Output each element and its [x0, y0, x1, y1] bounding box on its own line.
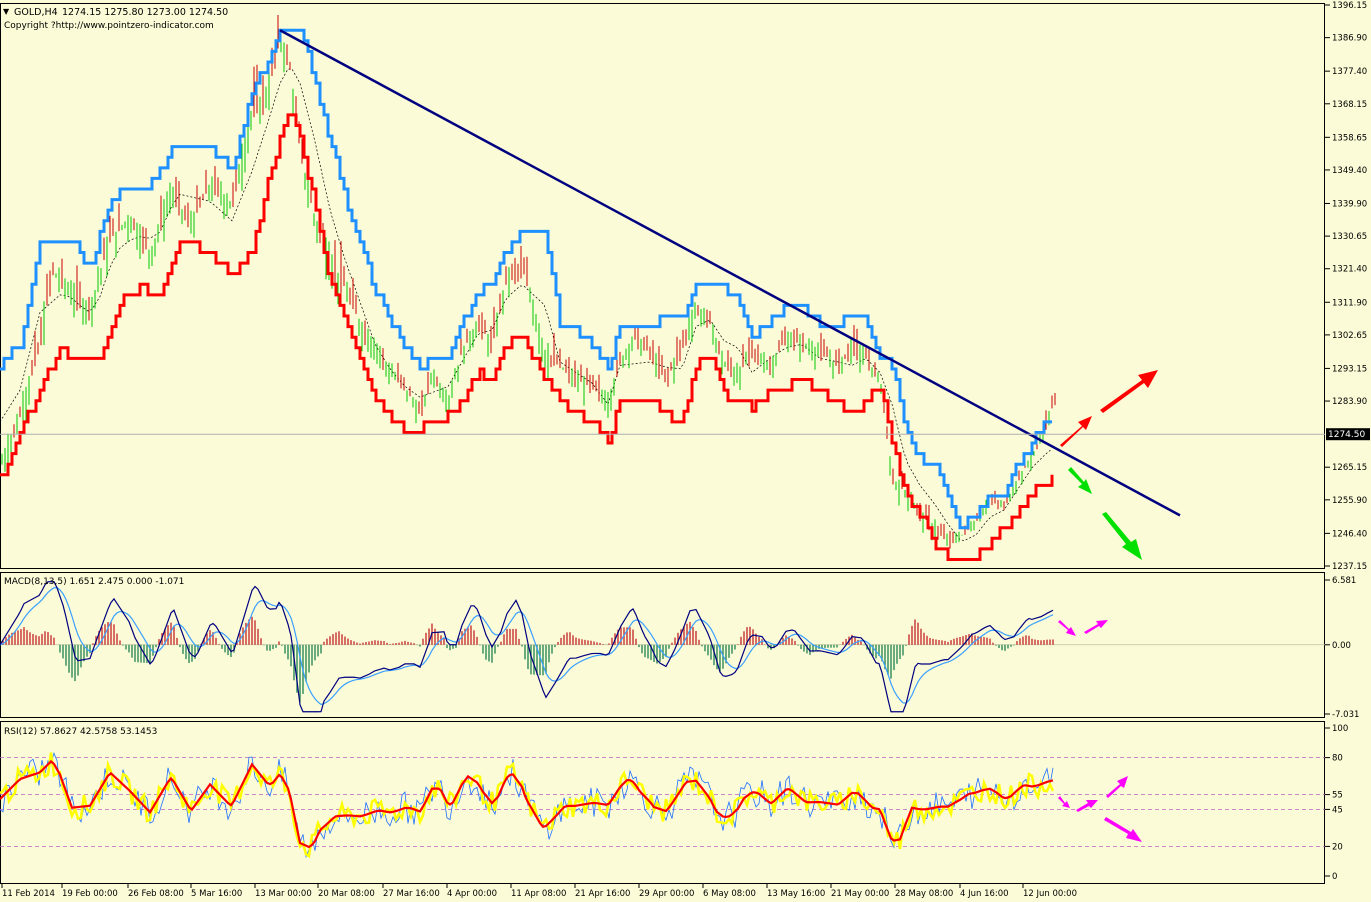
- trading-chart[interactable]: 1396.15 1386.90 1377.40 1368.15 1358.65 1349.…: [0, 0, 1371, 902]
- price-tick-label: 1339.90: [1332, 199, 1367, 209]
- time-tick-label: 13 Mar 00:00: [255, 889, 312, 899]
- time-tick-label: 20 Mar 08:00: [318, 889, 375, 899]
- time-tick-label: 21 May 00:00: [831, 889, 889, 899]
- chart-background: [0, 0, 1371, 902]
- price-tick-label: 1293.15: [1332, 364, 1367, 374]
- rsi-tick-label: 80: [1332, 754, 1343, 764]
- time-tick-label: 6 May 08:00: [703, 889, 756, 899]
- rsi-tick-label: 0: [1332, 872, 1337, 882]
- rsi-tick-label: 55: [1332, 791, 1343, 801]
- time-tick-label: 29 Apr 00:00: [639, 889, 694, 899]
- price-tick-label: 1396.15: [1332, 1, 1367, 11]
- price-tick-label: 1311.90: [1332, 298, 1367, 308]
- time-tick-label: 4 Jun 16:00: [960, 889, 1009, 899]
- rsi-title: RSI(12) 57.8627 42.5758 53.1453: [4, 727, 157, 737]
- ohlc-values: 1274.15 1275.80 1273.00 1274.50: [62, 7, 228, 18]
- price-tick-label: 1283.90: [1332, 397, 1367, 407]
- time-tick-label: 11 Apr 08:00: [511, 889, 566, 899]
- current-price-label: 1274.50: [1326, 428, 1370, 441]
- time-tick-label: 28 May 08:00: [895, 889, 953, 899]
- rsi-tick-label: 100: [1332, 724, 1348, 734]
- price-tick-label: 1330.65: [1332, 232, 1367, 242]
- price-tick-label: 1368.15: [1332, 100, 1367, 110]
- rsi-tick-label: 20: [1332, 842, 1343, 852]
- price-tick-label: 1246.40: [1332, 529, 1367, 539]
- price-tick-label: 1321.40: [1332, 265, 1367, 275]
- time-tick-label: 12 Jun 00:00: [1023, 889, 1077, 899]
- price-tick-label: 1302.65: [1332, 331, 1367, 341]
- current-price-text: 1274.50: [1328, 430, 1365, 440]
- time-tick-label: 5 Mar 16:00: [191, 889, 242, 899]
- rsi-tick-label: 45: [1332, 805, 1343, 815]
- time-tick-label: 19 Feb 00:00: [62, 889, 118, 899]
- price-tick-label: 1349.40: [1332, 166, 1367, 176]
- time-tick-label: 11 Feb 2014: [2, 889, 55, 899]
- price-tick-label: 1265.15: [1332, 463, 1367, 473]
- price-tick-label: 1386.90: [1332, 34, 1367, 44]
- time-tick-label: 26 Feb 08:00: [128, 889, 184, 899]
- macd-tick-label: 0.00: [1332, 641, 1351, 651]
- price-tick-label: 1237.15: [1332, 562, 1367, 572]
- price-tick-label: 1358.65: [1332, 133, 1367, 143]
- macd-tick-label: -7.031: [1332, 710, 1359, 720]
- header-triangle-icon[interactable]: ▼: [3, 7, 10, 16]
- symbol-label: GOLD,H4: [14, 7, 58, 18]
- copyright-text: Copyright ?http://www.pointzero-indicato…: [4, 21, 214, 31]
- time-tick-label: 27 Mar 16:00: [383, 889, 440, 899]
- price-tick-label: 1255.90: [1332, 496, 1367, 506]
- time-tick-label: 4 Apr 00:00: [447, 889, 497, 899]
- time-tick-label: 21 Apr 16:00: [575, 889, 630, 899]
- macd-tick-label: 6.581: [1332, 576, 1356, 586]
- time-tick-label: 13 May 16:00: [767, 889, 825, 899]
- price-tick-label: 1377.40: [1332, 67, 1367, 77]
- macd-title: MACD(8,13,5) 1.651 2.475 0.000 -1.071: [4, 577, 184, 587]
